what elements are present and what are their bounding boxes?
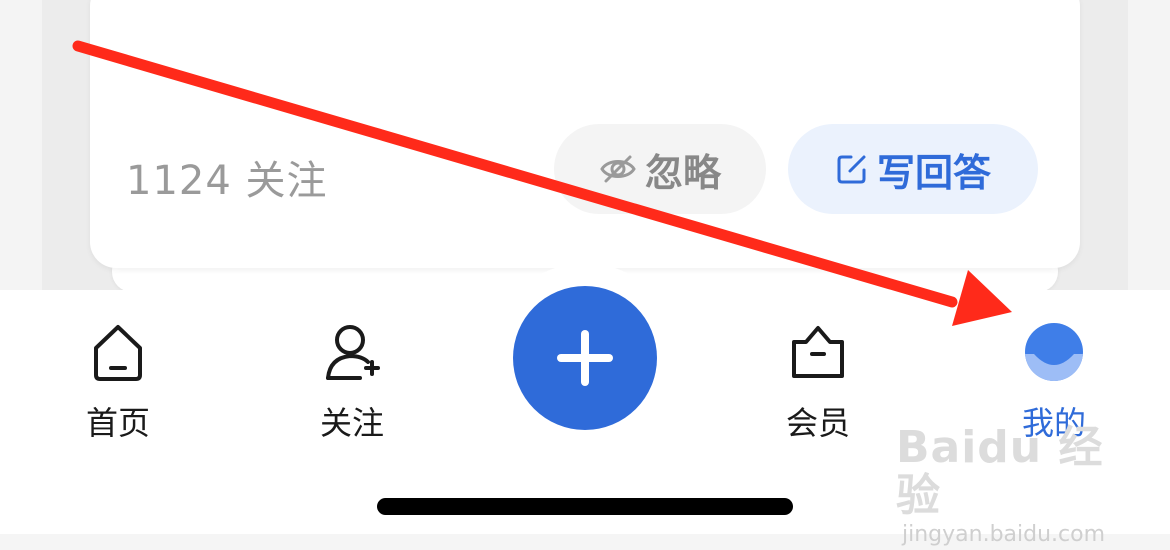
background-right <box>1128 0 1170 290</box>
tab-vip[interactable]: 会员 <box>748 320 888 444</box>
home-indicator <box>377 498 793 515</box>
question-card[interactable]: 1124 关注 忽略 写回答 <box>90 0 1080 268</box>
home-icon <box>94 325 142 381</box>
tab-home-label: 首页 <box>85 404 150 442</box>
crown-bag-icon <box>792 326 844 378</box>
add-person-icon <box>326 325 380 380</box>
create-button[interactable] <box>513 286 657 430</box>
avatar-icon <box>1025 323 1083 381</box>
watermark-logo: Baidu 经验 <box>896 422 1104 521</box>
edit-icon <box>837 155 866 184</box>
ignore-label: 忽略 <box>644 150 721 195</box>
tab-home[interactable]: 首页 <box>48 320 188 444</box>
baidu-watermark: Baidu 经验 jingyan.baidu.com <box>896 424 1116 548</box>
ignore-button[interactable]: 忽略 <box>554 124 766 214</box>
plus-icon <box>557 330 613 386</box>
tab-vip-label: 会员 <box>785 404 850 442</box>
tab-follow[interactable]: 关注 <box>282 320 422 444</box>
background-left <box>0 0 42 290</box>
write-answer-label: 写回答 <box>876 150 991 195</box>
write-answer-button[interactable]: 写回答 <box>788 124 1038 214</box>
watermark-url: jingyan.baidu.com <box>902 522 1106 547</box>
tab-follow-label: 关注 <box>319 404 384 442</box>
follow-count: 1124 关注 <box>126 158 328 204</box>
eye-hidden-icon <box>600 155 636 183</box>
